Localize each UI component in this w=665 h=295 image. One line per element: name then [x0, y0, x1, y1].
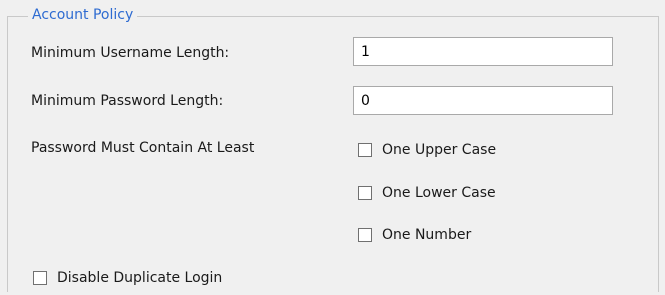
upper-case-checkbox[interactable]: One Upper Case	[358, 141, 496, 159]
checkbox-box[interactable]	[358, 186, 372, 200]
checkbox-label: One Lower Case	[382, 185, 496, 201]
lower-case-checkbox[interactable]: One Lower Case	[358, 184, 496, 202]
group-title: Account Policy	[28, 6, 138, 24]
checkbox-box[interactable]	[33, 271, 47, 285]
min-username-input[interactable]	[353, 37, 613, 66]
checkbox-box[interactable]	[358, 143, 372, 157]
checkbox-label: One Upper Case	[382, 142, 497, 158]
checkbox-box[interactable]	[358, 228, 372, 242]
min-password-input[interactable]	[353, 86, 613, 115]
number-checkbox[interactable]: One Number	[358, 226, 471, 244]
account-policy-panel: Account Policy Minimum Username Length: …	[0, 0, 665, 295]
min-username-label: Minimum Username Length:	[31, 45, 230, 61]
checkbox-label: One Number	[382, 227, 472, 243]
disable-duplicate-login-checkbox[interactable]: Disable Duplicate Login	[33, 269, 222, 287]
min-password-label: Minimum Password Length:	[31, 93, 224, 109]
checkbox-label: Disable Duplicate Login	[57, 270, 223, 286]
password-rules-label: Password Must Contain At Least	[31, 140, 255, 156]
